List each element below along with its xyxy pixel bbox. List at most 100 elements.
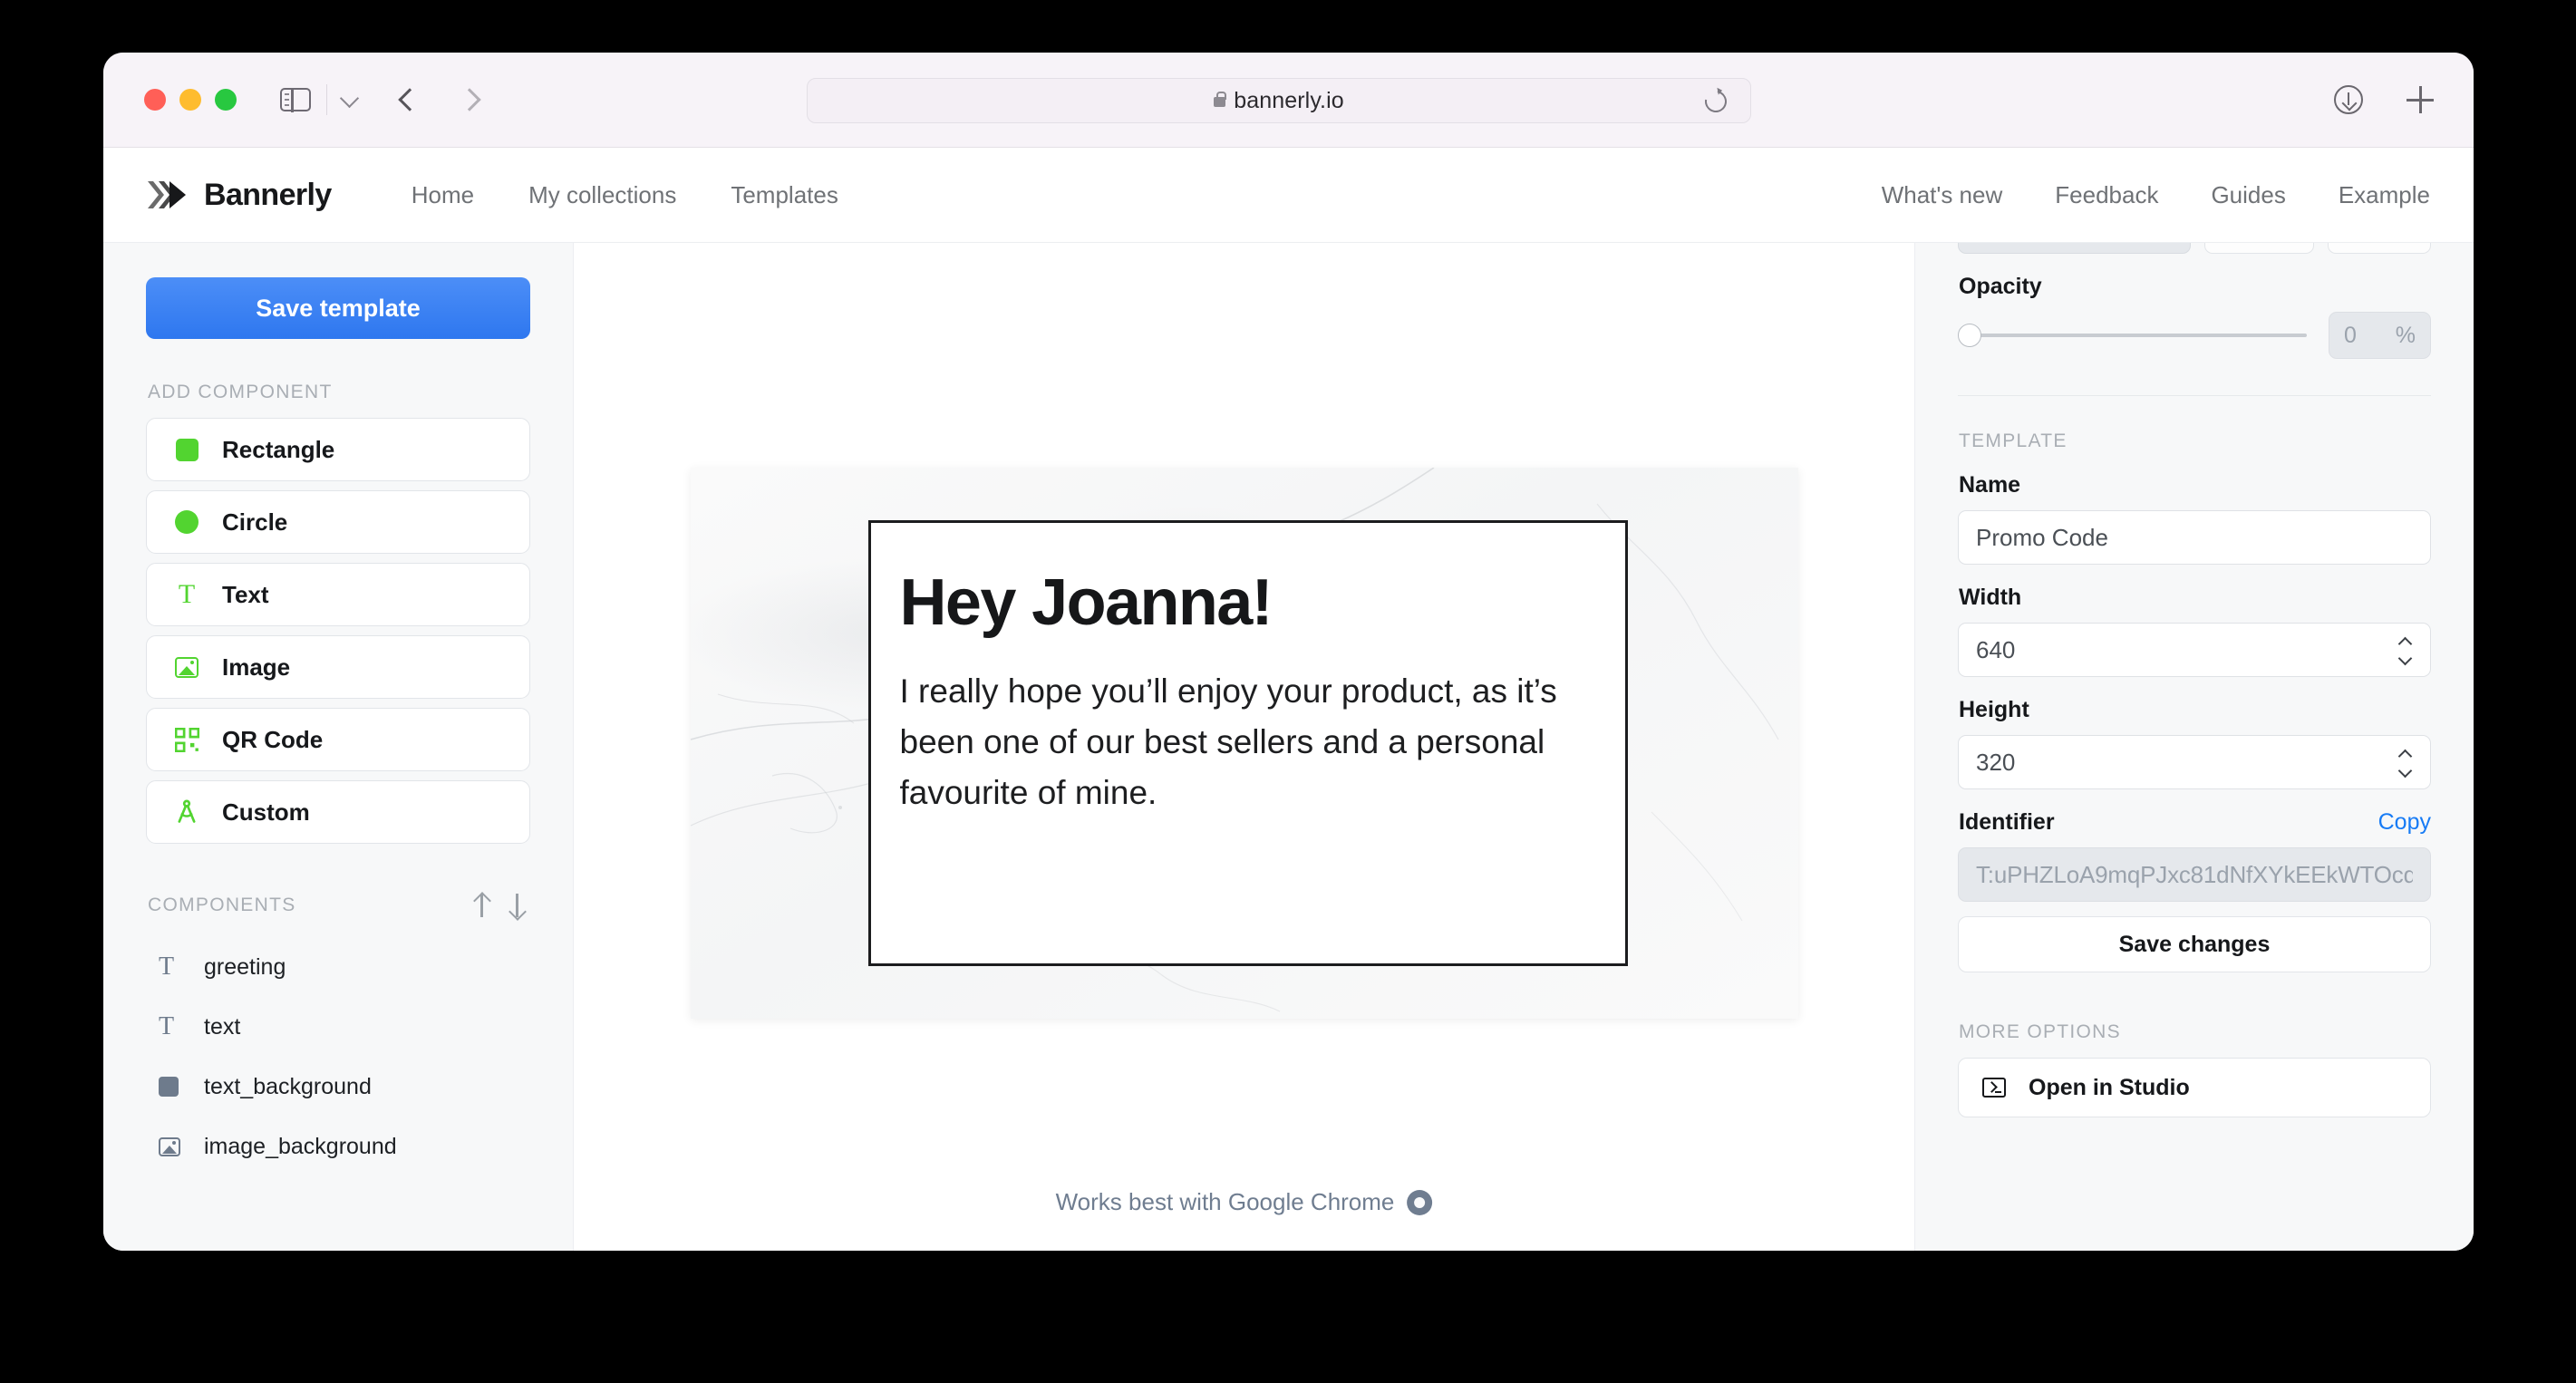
chevron-down-icon[interactable] [342, 92, 358, 108]
text-background-layer[interactable]: Hey Joanna! I really hope you’ll enjoy y… [867, 520, 1628, 966]
nav-item-example[interactable]: Example [2339, 181, 2430, 209]
image-icon [169, 656, 205, 678]
layer-label: text_background [204, 1073, 372, 1099]
list-item[interactable]: T text [146, 997, 530, 1057]
layer-order-controls [471, 894, 530, 917]
layer-label: greeting [204, 953, 286, 980]
primary-nav: Home My collections Templates [412, 181, 838, 209]
image-icon [159, 1136, 189, 1156]
address-bar[interactable]: bannerly.io [807, 78, 1751, 123]
nav-item-my-collections[interactable]: My collections [528, 181, 676, 209]
lock-icon [1214, 92, 1227, 107]
chevron-up-icon[interactable] [2399, 750, 2411, 757]
download-icon[interactable] [2334, 85, 2363, 114]
template-width-input[interactable] [1958, 623, 2431, 677]
save-changes-button[interactable]: Save changes [1958, 916, 2431, 972]
nav-item-home[interactable]: Home [412, 181, 474, 209]
greeting-text[interactable]: Hey Joanna! [900, 566, 1625, 640]
nav-item-whats-new[interactable]: What's new [1882, 181, 2003, 209]
right-sidebar: Opacity 0 % Template Name [1914, 243, 2474, 1251]
banner-preview[interactable]: Hey Joanna! I really hope you’ll enjoy y… [690, 468, 1798, 1019]
opacity-row: 0 % [1958, 312, 2431, 359]
qr-code-icon [169, 727, 205, 752]
opacity-value: 0 [2344, 322, 2357, 348]
toolbar-divider [326, 84, 327, 115]
width-field-wrap [1958, 623, 2431, 677]
height-label: Height [1959, 697, 2029, 722]
window-controls[interactable] [144, 89, 237, 111]
chevron-down-icon[interactable] [2399, 768, 2411, 775]
plus-icon[interactable] [2407, 86, 2434, 113]
app-header: Bannerly Home My collections Templates W… [103, 148, 2474, 243]
list-item[interactable]: T greeting [146, 937, 530, 997]
add-text-button[interactable]: T Text [146, 563, 530, 626]
text-icon: T [178, 579, 196, 609]
text-icon: T [159, 953, 175, 981]
copy-identifier-button[interactable]: Copy [2378, 809, 2431, 836]
opacity-slider[interactable] [1958, 324, 2307, 347]
clipped-color-field[interactable] [1958, 243, 2192, 254]
layer-label: image_background [204, 1133, 397, 1159]
identifier-row: Identifier Copy [1959, 809, 2431, 836]
clipped-field-b[interactable] [2204, 243, 2315, 254]
save-template-button[interactable]: Save template [146, 277, 530, 339]
rectangle-icon [169, 438, 205, 461]
name-field-wrap [1958, 510, 2431, 565]
add-custom-button[interactable]: Custom [146, 780, 530, 844]
browser-toolbar: bannerly.io [103, 53, 2474, 148]
secondary-nav: What's new Feedback Guides Example [1882, 181, 2430, 209]
arrow-down-icon[interactable] [507, 894, 527, 917]
open-in-studio-label: Open in Studio [2029, 1074, 2190, 1100]
nav-item-templates[interactable]: Templates [731, 181, 838, 209]
canvas-area[interactable]: Hey Joanna! I really hope you’ll enjoy y… [574, 243, 1914, 1251]
add-rectangle-button[interactable]: Rectangle [146, 418, 530, 481]
template-heading: Template [1959, 430, 2068, 451]
left-sidebar: Save template Add component Rectangle Ci… [103, 243, 574, 1251]
height-stepper[interactable] [2393, 744, 2416, 780]
sidebar-toggle-icon[interactable] [280, 87, 311, 112]
chrome-icon [1407, 1189, 1433, 1215]
add-circle-label: Circle [222, 508, 288, 536]
width-stepper[interactable] [2393, 632, 2416, 668]
template-height-input[interactable] [1958, 735, 2431, 789]
clipped-controls-row [1958, 243, 2432, 254]
maximize-window-button[interactable] [215, 89, 237, 111]
rectangle-icon [159, 1077, 189, 1097]
chevron-up-icon[interactable] [2399, 637, 2411, 644]
template-name-input[interactable] [1958, 510, 2431, 565]
name-label: Name [1959, 472, 2021, 498]
logo-chevron-icon [146, 179, 199, 210]
add-qr-code-button[interactable]: QR Code [146, 708, 530, 771]
list-item[interactable]: text_background [146, 1057, 530, 1117]
clipped-field-c[interactable] [2328, 243, 2432, 254]
minimize-window-button[interactable] [179, 89, 201, 111]
add-rectangle-label: Rectangle [222, 435, 335, 463]
add-circle-button[interactable]: Circle [146, 490, 530, 554]
arrow-up-icon[interactable] [471, 894, 491, 917]
nav-item-feedback[interactable]: Feedback [2055, 181, 2158, 209]
brand-logo[interactable]: Bannerly [146, 178, 332, 213]
opacity-slider-handle[interactable] [1958, 324, 1981, 347]
body-text[interactable]: I really hope you’ll enjoy your product,… [900, 666, 1596, 819]
terminal-icon [1982, 1078, 2006, 1098]
nav-item-guides[interactable]: Guides [2211, 181, 2285, 209]
identifier-label: Identifier [1959, 809, 2055, 835]
opacity-unit: % [2395, 322, 2416, 348]
identifier-input[interactable] [1958, 847, 2431, 902]
section-divider [1958, 395, 2431, 396]
components-header: Components [148, 894, 530, 917]
reload-icon[interactable] [1700, 86, 1731, 117]
list-item[interactable]: image_background [146, 1117, 530, 1176]
close-window-button[interactable] [144, 89, 166, 111]
add-custom-label: Custom [222, 798, 310, 826]
text-icon: T [159, 1012, 175, 1040]
add-image-button[interactable]: Image [146, 635, 530, 699]
add-text-label: Text [222, 580, 269, 608]
circle-icon [169, 510, 205, 534]
opacity-value-field[interactable]: 0 % [2329, 312, 2431, 359]
chevron-down-icon[interactable] [2399, 655, 2411, 662]
app-body: Save template Add component Rectangle Ci… [103, 243, 2474, 1251]
open-in-studio-button[interactable]: Open in Studio [1958, 1058, 2431, 1117]
chevron-left-icon[interactable] [396, 88, 420, 111]
chevron-right-icon[interactable] [460, 88, 484, 111]
